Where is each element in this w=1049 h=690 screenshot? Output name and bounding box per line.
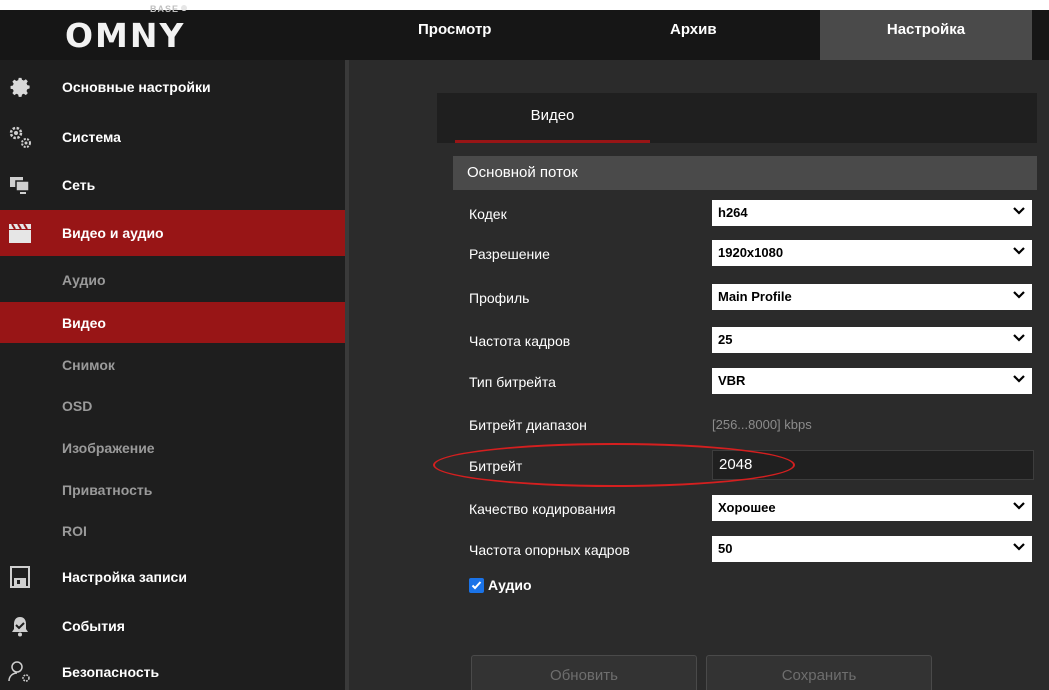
sidebar-sub-privacy[interactable]: Приватность (0, 469, 345, 510)
nav-view[interactable]: Просмотр (400, 10, 535, 60)
chevron-down-icon (1013, 502, 1025, 510)
chevron-down-icon (1013, 291, 1025, 299)
sidebar-item-label: Настройка записи (62, 569, 187, 585)
sidebar-item-network[interactable]: Сеть (0, 163, 345, 207)
bitrate-range-label: Битрейт диапазон (469, 417, 587, 433)
floppy-disk-icon (0, 555, 40, 599)
framerate-label: Частота кадров (469, 333, 571, 349)
chevron-down-icon (1013, 543, 1025, 551)
monitors-icon (0, 163, 40, 207)
logo-area: BASE OMNY (0, 4, 345, 60)
nav-settings[interactable]: Настройка (820, 10, 1032, 60)
codec-select[interactable]: h264 (712, 200, 1032, 226)
sidebar-item-record[interactable]: Настройка записи (0, 555, 345, 599)
gears-icon (0, 115, 40, 159)
top-bar: BASE OMNY Просмотр Архив Настройка (0, 0, 1049, 60)
framerate-select[interactable]: 25 (712, 327, 1032, 353)
tab-bar: Видео (437, 93, 1037, 143)
resolution-label: Разрешение (469, 246, 550, 262)
tab-video[interactable]: Видео (455, 93, 650, 143)
sidebar-sub-video[interactable]: Видео (0, 302, 345, 343)
chevron-down-icon (1013, 334, 1025, 342)
user-gear-icon (0, 650, 40, 690)
clapperboard-icon (0, 211, 40, 255)
bell-icon (0, 604, 40, 648)
resolution-value: 1920x1080 (718, 245, 784, 260)
bitrate-type-select[interactable]: VBR (712, 368, 1032, 394)
top-bar-inner: BASE OMNY Просмотр Архив Настройка (0, 4, 1049, 60)
audio-checkbox[interactable] (469, 577, 484, 593)
resolution-select[interactable]: 1920x1080 (712, 240, 1032, 266)
sidebar-sub-osd[interactable]: OSD (0, 385, 345, 426)
sidebar-item-label: Система (62, 129, 121, 145)
sidebar-item-label: Основные настройки (62, 79, 211, 95)
sidebar-item-label: Видео и аудио (62, 225, 164, 241)
chevron-down-icon (1013, 207, 1025, 215)
update-button[interactable]: Обновить (471, 655, 697, 690)
codec-label: Кодек (469, 206, 507, 222)
logo: OMNY (65, 16, 186, 55)
sidebar-sub-snapshot[interactable]: Снимок (0, 344, 345, 385)
main-panel: Видео Основной поток Кодек h264 Разрешен… (345, 60, 1049, 690)
sidebar-item-security[interactable]: Безопасность (0, 650, 345, 690)
gop-select[interactable]: 50 (712, 536, 1032, 562)
chevron-down-icon (1013, 247, 1025, 255)
sidebar-sub-image[interactable]: Изображение (0, 427, 345, 468)
gop-value: 50 (718, 541, 733, 556)
sidebar-item-basic[interactable]: Основные настройки (0, 65, 345, 109)
bitrate-type-label: Тип битрейта (469, 374, 556, 390)
sidebar-item-system[interactable]: Система (0, 115, 345, 159)
bitrate-range-value: [256...8000] kbps (712, 417, 812, 432)
checkmark-icon (471, 580, 482, 589)
logo-sup: BASE (150, 4, 188, 14)
quality-value: Хорошее (718, 500, 776, 515)
nav-archive[interactable]: Архив (640, 10, 770, 60)
sidebar-item-label: Сеть (62, 177, 96, 193)
highlight-ellipse (433, 443, 795, 487)
logo-dot-icon (181, 5, 188, 11)
quality-select[interactable]: Хорошее (712, 495, 1032, 521)
bitrate-type-value: VBR (718, 373, 746, 388)
sidebar-item-label: События (62, 618, 125, 634)
sidebar-item-label: Безопасность (62, 664, 160, 680)
framerate-value: 25 (718, 332, 733, 347)
section-main-stream: Основной поток (453, 156, 1037, 190)
sidebar-item-events[interactable]: События (0, 604, 345, 648)
profile-value: Main Profile (718, 289, 792, 304)
profile-select[interactable]: Main Profile (712, 284, 1032, 310)
quality-label: Качество кодирования (469, 501, 616, 517)
chevron-down-icon (1013, 375, 1025, 383)
codec-value: h264 (718, 205, 748, 220)
gop-label: Частота опорных кадров (469, 542, 630, 558)
save-button[interactable]: Сохранить (706, 655, 932, 690)
sidebar-item-video-audio[interactable]: Видео и аудио (0, 210, 345, 256)
profile-label: Профиль (469, 290, 530, 306)
sidebar: Основные настройки Система Сеть Видео и … (0, 60, 345, 690)
gear-icon (0, 65, 40, 109)
audio-checkbox-row[interactable]: Аудио (469, 577, 532, 593)
sidebar-sub-audio[interactable]: Аудио (0, 259, 345, 300)
audio-checkbox-label: Аудио (488, 577, 532, 593)
sidebar-sub-roi[interactable]: ROI (0, 510, 345, 551)
logo-sup-text: BASE (150, 4, 180, 14)
